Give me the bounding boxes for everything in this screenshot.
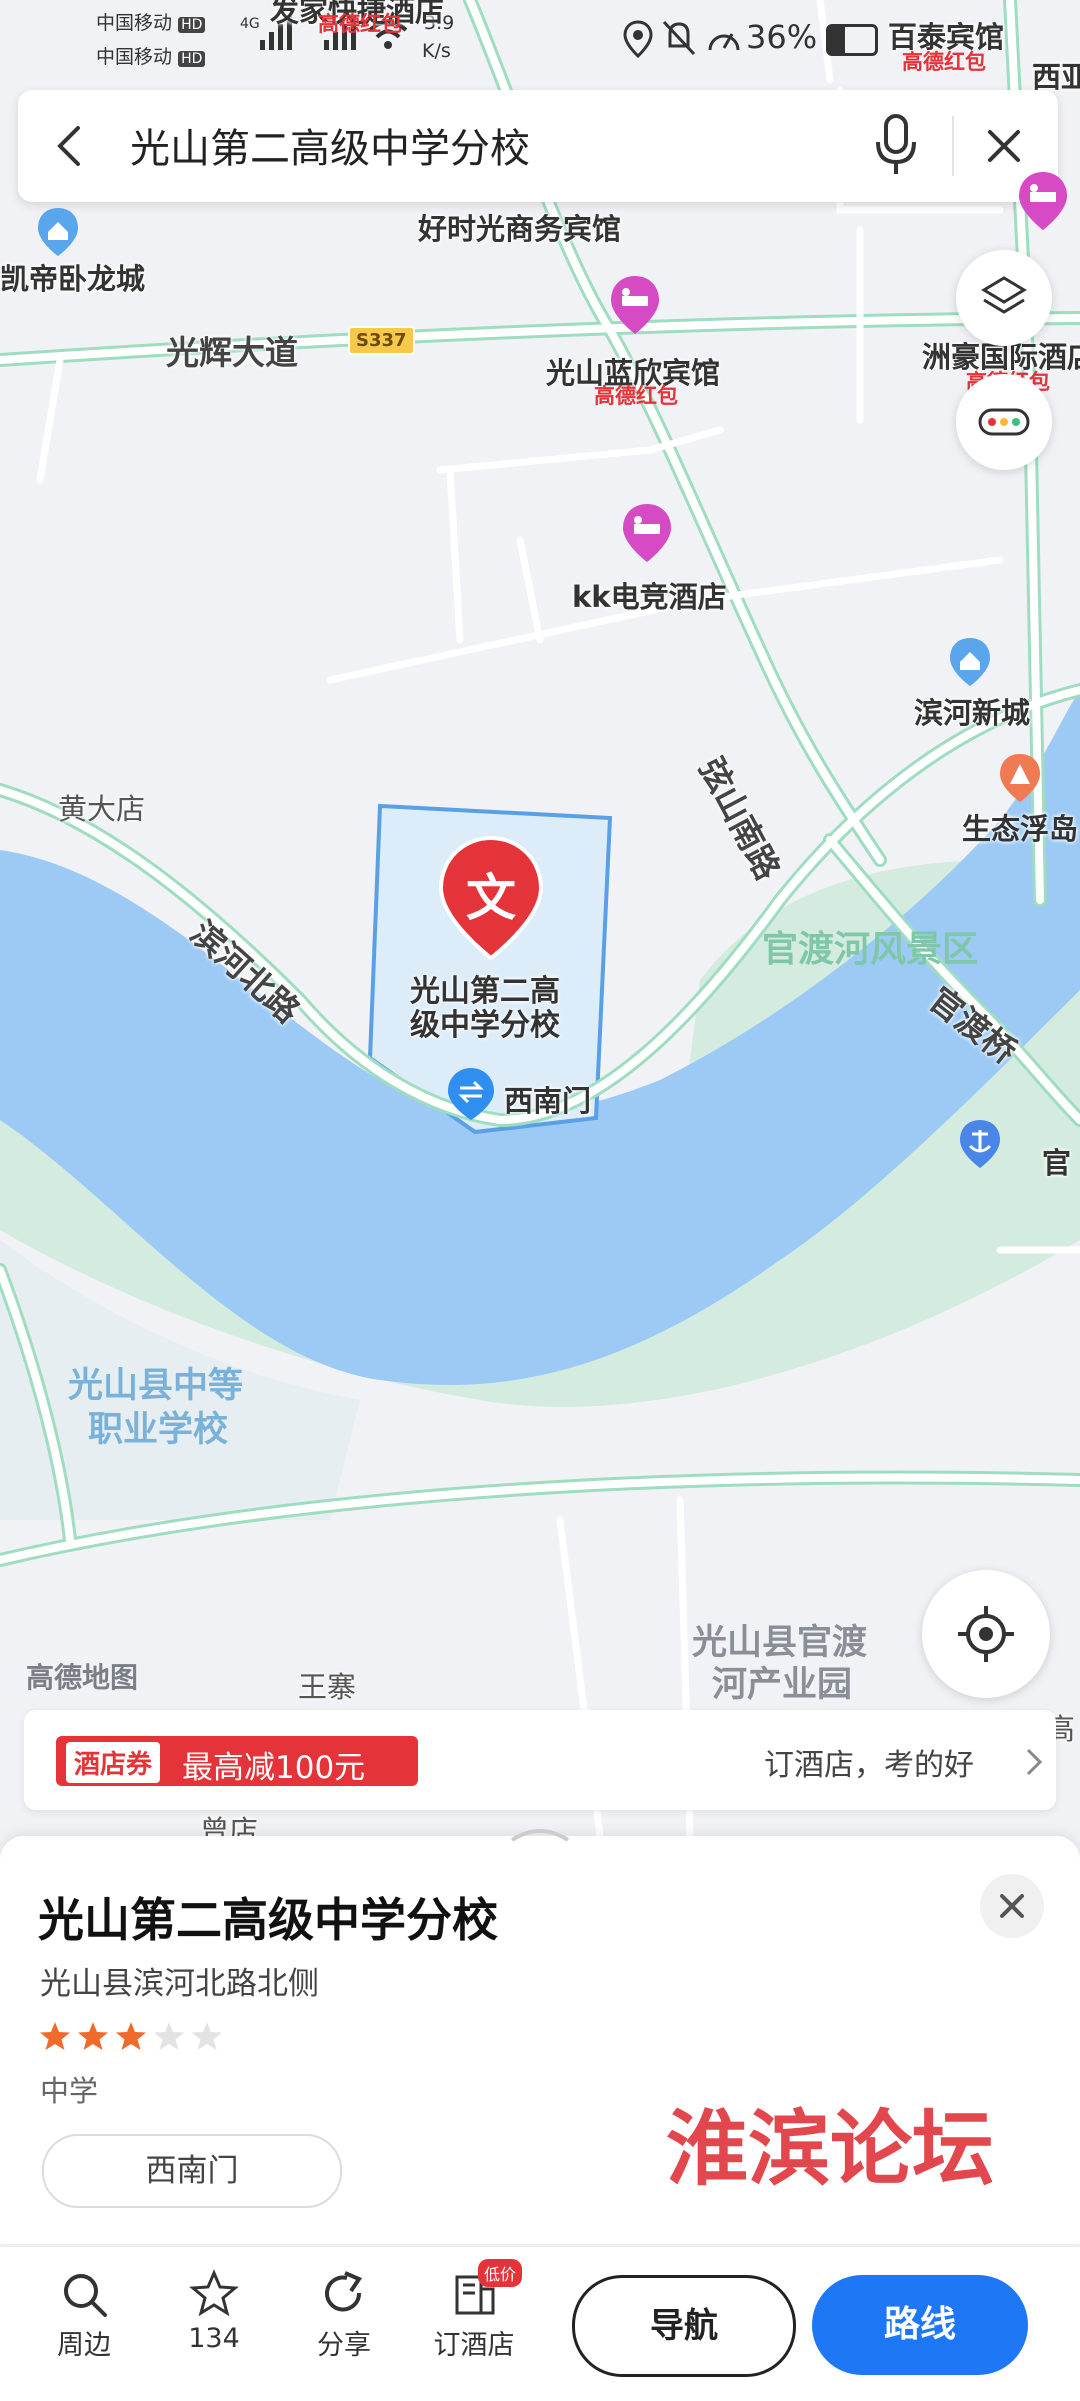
star-icon [189,2269,239,2317]
entrance-chip[interactable]: 西南门 [42,2134,342,2208]
search-bar[interactable]: 光山第二高级中学分校 [18,90,1058,202]
book-hotel-label: 订酒店 [433,2330,515,2361]
anchor-poi-icon[interactable] [958,1118,1002,1170]
layers-icon [981,276,1027,314]
map-label-guandu-scenic[interactable]: 官渡河风景区 [762,920,978,972]
carrier-1: 中国移动 HD [96,8,206,35]
promo-discount: 最高减100元 [182,1750,366,1786]
map-label-huangdadian[interactable]: 黄大店 [58,786,145,828]
place-category: 中学 [40,2074,99,2108]
star-empty-icon [192,2022,222,2050]
favorites-tab[interactable]: 134 [154,2269,274,2354]
place-title: 光山第二高级中学分校 [38,1893,498,1947]
map-label-industrial-line1[interactable]: 光山县官渡 [692,1622,867,1664]
battery-icon [826,24,878,56]
map-label-industrial-line2[interactable]: 河产业园 [712,1664,852,1706]
map-label-vocational-line2[interactable]: 职业学校 [88,1408,228,1452]
locate-button[interactable] [922,1570,1050,1698]
star-filled-icon [78,2022,108,2050]
favorites-count: 134 [188,2323,240,2354]
back-icon[interactable] [52,124,88,168]
traffic-button[interactable] [956,374,1052,470]
navigate-button[interactable]: 导航 [572,2275,796,2377]
book-hotel-badge: 低价 [478,2259,523,2287]
map-label-guan[interactable]: 官 [1042,1140,1071,1182]
promo-cta[interactable]: 订酒店，考的好 [764,1740,974,1784]
highway-shield: S337 [348,326,415,355]
map-label-top-hotel-sub: 高德红包 [318,12,402,36]
place-address: 光山县滨河北路北侧 [40,1966,319,2002]
map-label-vocational-line1[interactable]: 光山县中等 [68,1364,243,1408]
nearby-tab[interactable]: 周边 [24,2269,144,2362]
share-tab[interactable]: 分享 [284,2269,404,2362]
amap-logo-text: 高德地图 [26,1661,139,1694]
road-label-guanghui: 光辉大道 [166,333,298,372]
status-bar: 中国移动 HD 中国移动 HD 4G 3.9 K/s 发家快捷酒店 高德红包 3… [0,0,1080,94]
microphone-icon[interactable] [874,114,918,176]
star-empty-icon [154,2022,184,2050]
residential-poi-icon[interactable] [36,206,80,258]
scenic-poi-icon[interactable] [998,752,1042,804]
route-button[interactable]: 路线 [812,2275,1028,2375]
mute-icon [662,20,696,56]
locate-icon [958,1606,1014,1662]
map-label-wangzhai[interactable]: 王寨 [298,1664,356,1706]
map-label-shengtai[interactable]: 生态浮岛 [962,806,1078,848]
traffic-icon [978,408,1030,436]
rating-stars [38,2020,228,2056]
place-detail-sheet[interactable]: 光山第二高级中学分校 光山县滨河北路北侧 中学 西南门 淮滨论坛 [0,1829,1080,2244]
promo-tag: 酒店券 [66,1742,161,1783]
school-pin-glyph: 文 [466,869,516,927]
hotel-promo-banner[interactable]: 酒店券 最高减100元 订酒店，考的好 [24,1710,1056,1810]
entrance-poi-icon[interactable] [446,1066,496,1122]
map-label-baitai-sub: 高德红包 [902,50,986,74]
search-icon [64,2274,107,2317]
watermark: 淮滨论坛 [666,2101,995,2197]
layers-button[interactable] [956,250,1052,346]
map-label-kk[interactable]: kk电竞酒店 [572,574,727,616]
map-label-binhe-xincheng[interactable]: 滨河新城 [914,690,1030,732]
network-type: 4G [240,16,260,32]
star-filled-icon [116,2022,146,2050]
star-filled-icon [40,2022,70,2050]
hotel-poi-icon[interactable] [608,274,662,336]
share-label: 分享 [317,2330,371,2361]
sheet-handle-icon[interactable] [508,1822,572,1846]
map-label-kaidi[interactable]: 凯帝卧龙城 [0,256,145,298]
chevron-right-icon [1026,1748,1043,1776]
bottom-action-bar: 周边 134 分享 订酒店 低价 导航 路线 [0,2246,1080,2401]
battery-percent: 36% [746,18,818,56]
map-label-lanxin-sub: 高德红包 [594,384,678,408]
residential-poi-icon-2[interactable] [948,636,992,688]
share-icon [325,2271,362,2312]
location-icon [623,20,653,58]
close-icon[interactable] [986,128,1022,164]
map-label-school-line2[interactable]: 级中学分校 [410,1000,560,1044]
sheet-close-button[interactable] [980,1874,1044,1938]
map-label-haoshiguang[interactable]: 好时光商务宾馆 [418,206,621,248]
carrier-2: 中国移动 HD [96,42,206,69]
nearby-label: 周边 [57,2330,111,2361]
close-icon [1000,1894,1024,1918]
map-label-xinanmen[interactable]: 西南门 [504,1078,591,1120]
search-divider [952,116,954,176]
hotel-poi-icon-3[interactable] [620,502,674,564]
net-speed-unit: K/s [422,40,451,62]
data-saver-icon [708,33,740,51]
hotel-poi-icon-2[interactable] [1016,170,1070,232]
search-query[interactable]: 光山第二高级中学分校 [130,116,530,174]
